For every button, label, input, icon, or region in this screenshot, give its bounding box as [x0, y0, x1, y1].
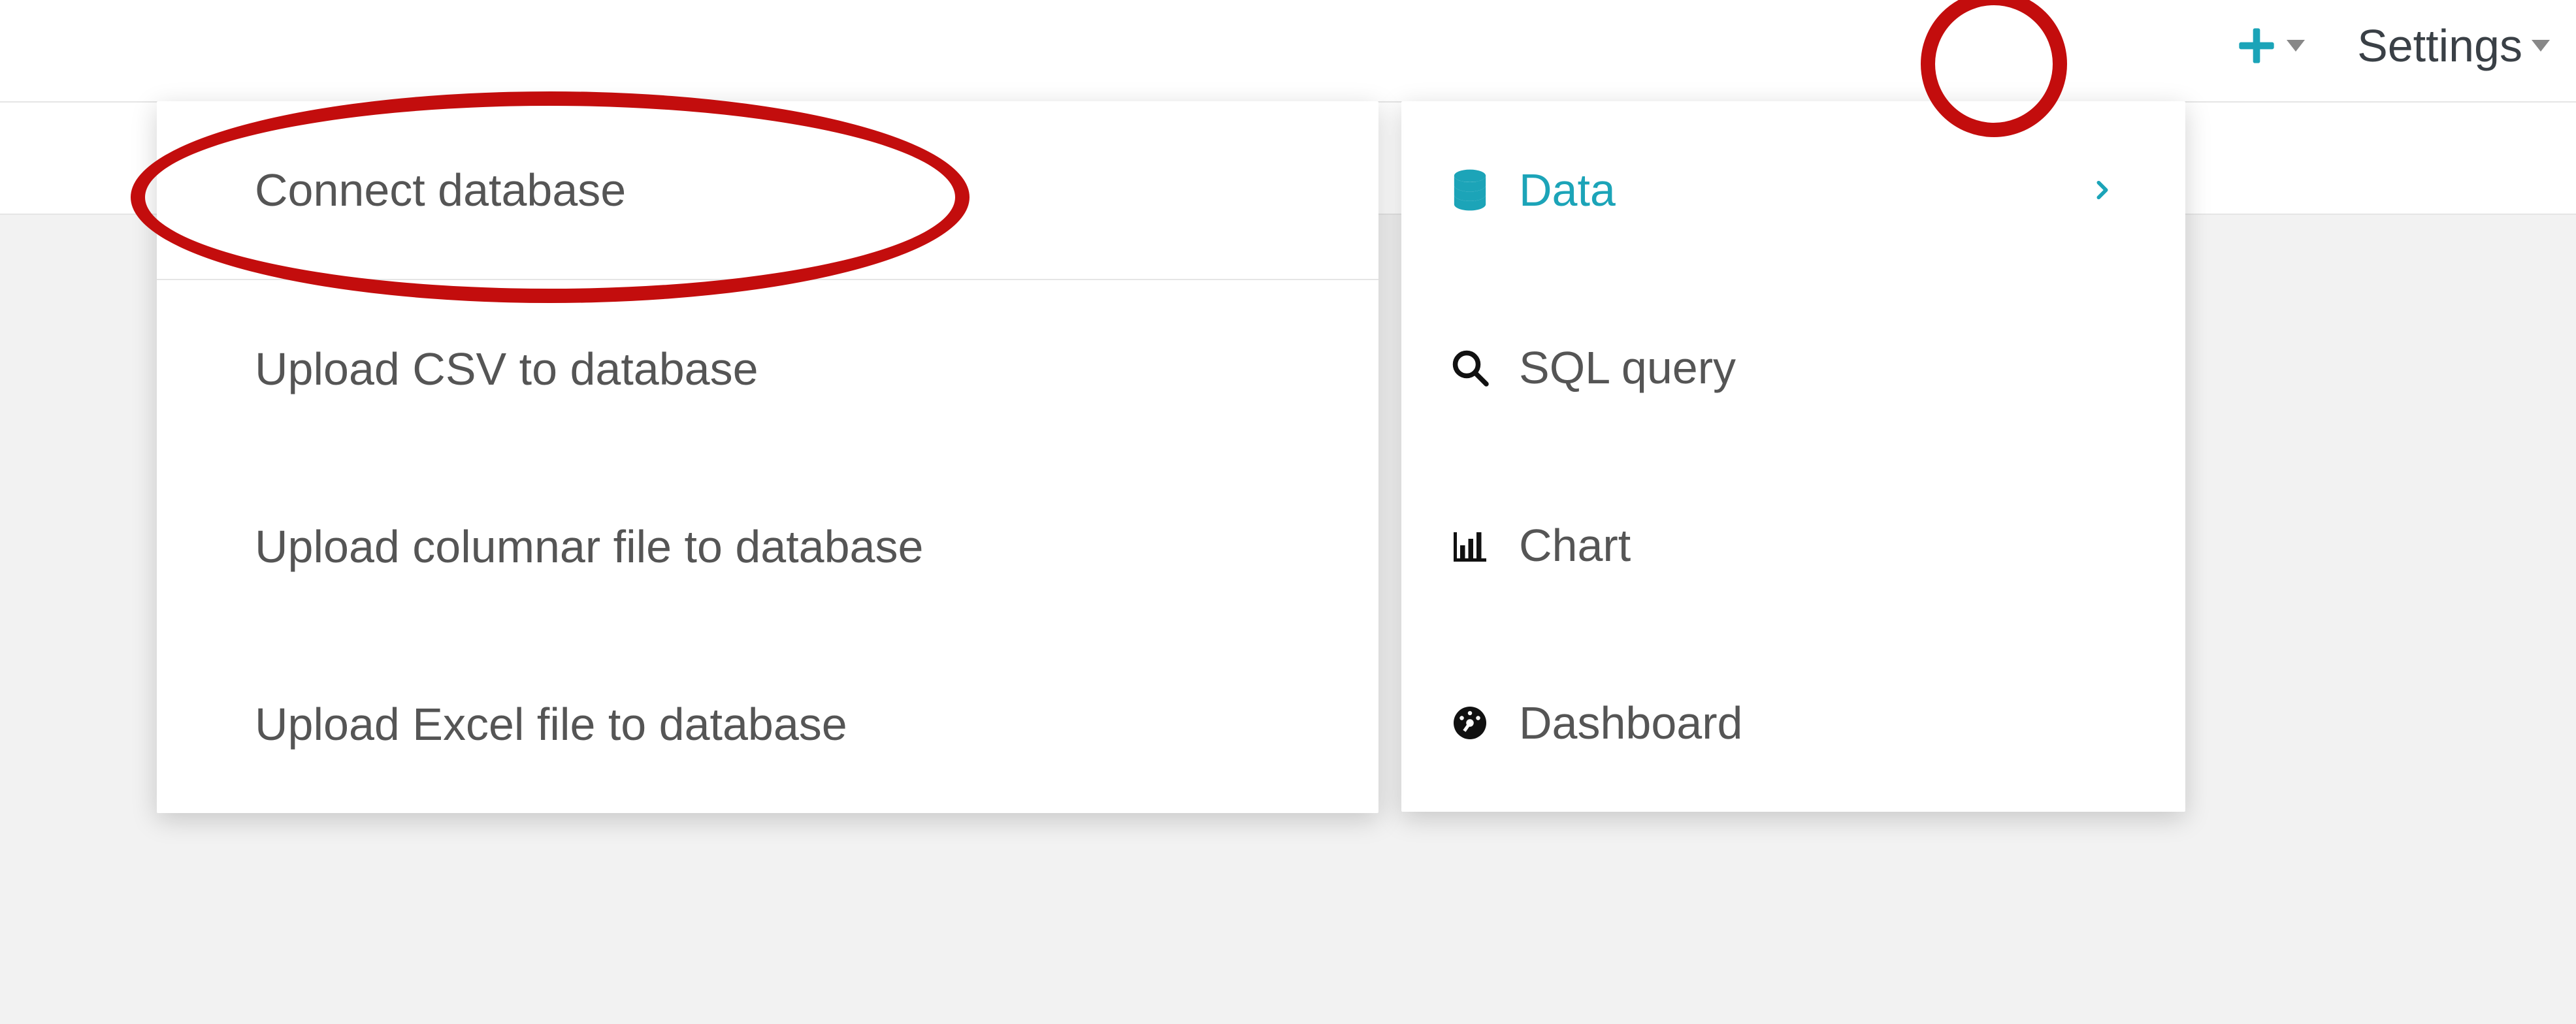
gauge-icon [1441, 703, 1499, 743]
submenu-item-label: Upload Excel file to database [255, 698, 1307, 750]
add-new-button[interactable] [2236, 25, 2305, 67]
menu-item-label: Data [1519, 164, 2091, 216]
menu-item-label: Dashboard [1519, 697, 2113, 749]
menu-item-label: SQL query [1519, 342, 2113, 394]
menu-item-chart[interactable]: Chart [1401, 456, 2185, 634]
plus-icon [2236, 25, 2277, 67]
menu-item-data[interactable]: Data [1401, 101, 2185, 279]
add-menu: Data SQL query Chart Dashboard [1401, 101, 2185, 812]
caret-down-icon [2287, 40, 2305, 52]
menu-item-label: Chart [1519, 519, 2113, 571]
submenu-item-label: Upload CSV to database [255, 343, 1307, 395]
topbar: Settings [0, 0, 2576, 103]
data-submenu: Connect database Upload CSV to database … [157, 101, 1378, 813]
settings-menu-button[interactable]: Settings [2357, 20, 2550, 72]
settings-label: Settings [2357, 20, 2522, 72]
bar-chart-icon [1441, 526, 1499, 565]
menu-item-dashboard[interactable]: Dashboard [1401, 634, 2185, 812]
submenu-item-label: Upload columnar file to database [255, 520, 1307, 573]
submenu-item-upload-excel[interactable]: Upload Excel file to database [157, 635, 1378, 813]
chevron-right-icon [2091, 173, 2113, 207]
submenu-item-label: Connect database [255, 164, 1307, 216]
database-icon [1441, 167, 1499, 213]
caret-down-icon [2532, 40, 2550, 52]
submenu-item-upload-csv[interactable]: Upload CSV to database [157, 280, 1378, 458]
search-icon [1441, 348, 1499, 387]
menu-item-sql-query[interactable]: SQL query [1401, 279, 2185, 456]
submenu-item-upload-columnar[interactable]: Upload columnar file to database [157, 458, 1378, 635]
submenu-item-connect-database[interactable]: Connect database [157, 101, 1378, 280]
